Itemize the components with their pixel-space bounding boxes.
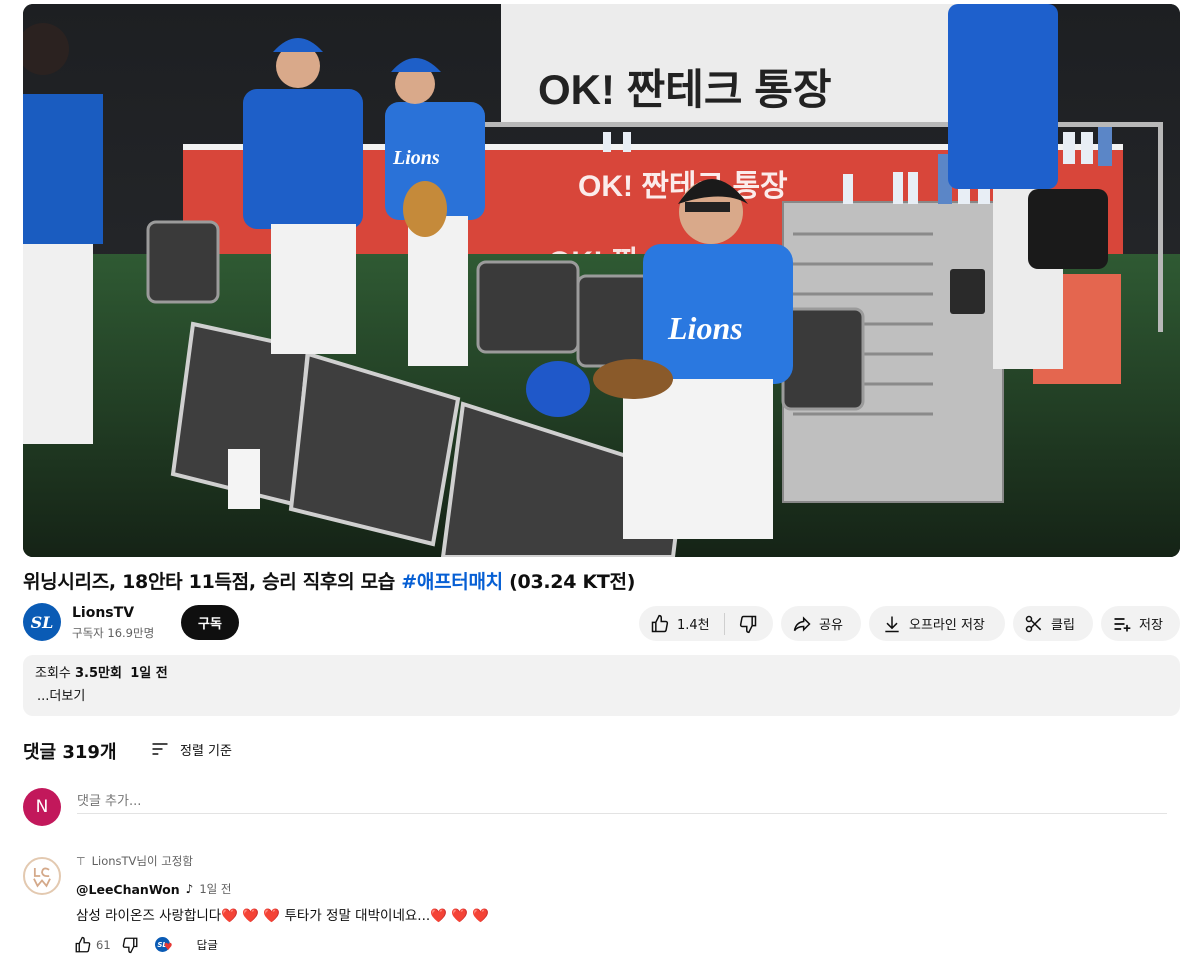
video-hashtag-link[interactable]: #애프터매치 bbox=[401, 571, 503, 593]
like-dislike-group: 1.4천 bbox=[639, 606, 773, 641]
share-arrow-icon bbox=[791, 613, 813, 635]
like-count[interactable]: 1.4천 bbox=[677, 614, 710, 633]
pin-icon: ⊤ bbox=[76, 854, 86, 868]
comment-like-count: 61 bbox=[96, 938, 111, 952]
add-comment-row: N bbox=[23, 788, 1168, 828]
user-avatar[interactable]: N bbox=[23, 788, 61, 826]
comments-count: 댓글 319개 bbox=[23, 742, 117, 763]
sort-button[interactable]: 정렬 기준 bbox=[150, 739, 232, 759]
video-player[interactable]: OK! 짠테크 통장 OK! 짠테크 통장 OK! 짠 bbox=[23, 4, 1180, 557]
subscribe-button[interactable]: 구독 bbox=[181, 605, 239, 640]
channel-row: SL LionsTV 구독자 16.9만명 구독 1.4천 공유 오프라인 저장… bbox=[23, 603, 1180, 643]
upload-time: 1일 전 bbox=[130, 666, 168, 681]
playlist-add-icon bbox=[1111, 613, 1133, 635]
share-label: 공유 bbox=[819, 618, 843, 633]
video-frame-image: OK! 짠테크 통장 OK! 짠테크 통장 OK! 짠 bbox=[23, 4, 1180, 557]
like-divider bbox=[723, 612, 725, 635]
offline-save-label: 오프라인 저장 bbox=[909, 618, 985, 633]
views-label: 조회수 bbox=[35, 666, 76, 681]
thumb-down-icon[interactable] bbox=[737, 613, 759, 635]
pinned-label: LionsTV님이 고정함 bbox=[91, 854, 193, 868]
comment-text: 삼성 라이온즈 사랑합니다❤️ ❤️ ❤️ 투타가 정말 대박이네요...❤️ … bbox=[76, 908, 490, 924]
jersey-text-left: Lions bbox=[392, 147, 440, 169]
save-button[interactable]: 저장 bbox=[1101, 606, 1180, 641]
banner-text: OK! 짠테크 통장 bbox=[538, 66, 832, 113]
comment-thumb-down-icon[interactable] bbox=[121, 936, 139, 954]
music-note-icon: ♪ bbox=[185, 882, 194, 896]
comment-thumb-up-icon[interactable] bbox=[74, 936, 92, 954]
comment-actions: 61 SL ♥ 답글 bbox=[74, 933, 218, 957]
comment-time[interactable]: 1일 전 bbox=[199, 881, 231, 897]
clip-label: 클립 bbox=[1051, 618, 1075, 633]
share-button[interactable]: 공유 bbox=[781, 606, 861, 641]
pinned-indicator: ⊤ LionsTV님이 고정함 bbox=[76, 853, 193, 869]
scissors-icon bbox=[1023, 613, 1045, 635]
offline-save-button[interactable]: 오프라인 저장 bbox=[869, 606, 1005, 641]
comment-author-line: @LeeChanWon ♪ 1일 전 bbox=[76, 881, 231, 897]
video-title-main: 위닝시리즈, 18안타 11득점, 승리 직후의 모습 bbox=[23, 571, 402, 593]
sort-label: 정렬 기준 bbox=[180, 743, 232, 759]
save-label: 저장 bbox=[1139, 618, 1163, 633]
video-title: 위닝시리즈, 18안타 11득점, 승리 직후의 모습 #애프터매치 (03.2… bbox=[23, 568, 1180, 596]
description-box[interactable]: 조회수 3.5만회 1일 전 ...더보기 bbox=[23, 655, 1180, 716]
description-stats: 조회수 3.5만회 1일 전 bbox=[35, 665, 1168, 683]
channel-avatar[interactable]: SL bbox=[23, 603, 61, 641]
comment-author-avatar[interactable] bbox=[23, 857, 61, 895]
subscriber-count: 구독자 16.9만명 bbox=[72, 626, 155, 640]
channel-name[interactable]: LionsTV bbox=[72, 605, 134, 621]
heart-icon: ♥ bbox=[163, 942, 173, 953]
clip-button[interactable]: 클립 bbox=[1013, 606, 1093, 641]
comment-item: ⊤ LionsTV님이 고정함 @LeeChanWon ♪ 1일 전 삼성 라이… bbox=[23, 853, 1173, 958]
view-count: 3.5만회 bbox=[75, 666, 122, 681]
jersey-text-seated: Lions bbox=[667, 310, 743, 346]
download-icon bbox=[881, 613, 903, 635]
show-more-link[interactable]: ...더보기 bbox=[35, 685, 1168, 704]
sort-icon bbox=[152, 743, 168, 755]
comments-header: 댓글 319개 정렬 기준 bbox=[23, 738, 423, 764]
creator-heart-icon: SL ♥ bbox=[154, 936, 175, 954]
reply-button[interactable]: 답글 bbox=[197, 937, 218, 953]
video-title-tail: (03.24 KT전) bbox=[502, 571, 636, 593]
add-comment-input[interactable] bbox=[77, 790, 1167, 814]
comment-author-handle[interactable]: @LeeChanWon bbox=[76, 882, 180, 897]
thumb-up-icon[interactable] bbox=[649, 613, 671, 635]
